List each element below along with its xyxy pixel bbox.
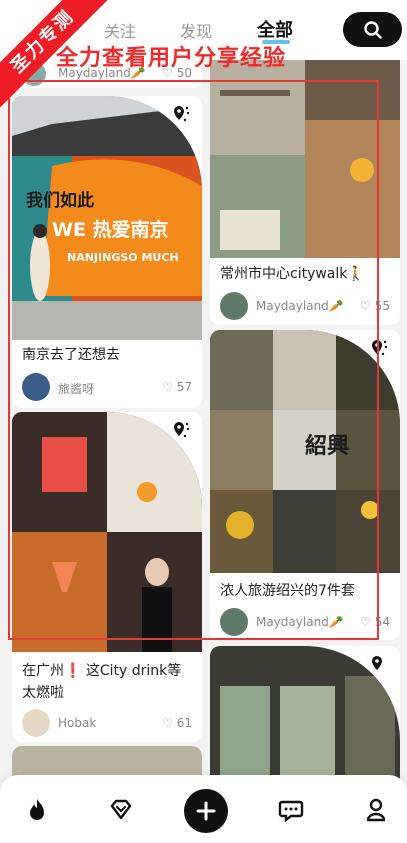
- heart-icon: ♡: [359, 299, 371, 313]
- feed-card-changzhou[interactable]: 常州市中心citywalk🚶 Maydayland🥕 ♡ 55: [210, 60, 400, 325]
- tab-discover[interactable]: 发现: [180, 18, 212, 42]
- location-pin-icon: [174, 422, 190, 438]
- card-image: 我们如此 WE 热爱南京 NANJINGSO MUCH: [12, 96, 202, 340]
- card-author: 旅酱呀: [58, 382, 95, 396]
- mural-text-2: WE 热爱南京: [52, 218, 169, 241]
- like-count: 54: [374, 615, 390, 629]
- diamond-icon[interactable]: [106, 795, 136, 825]
- like-count: 61: [176, 716, 192, 730]
- card-image: [210, 60, 400, 258]
- avatar[interactable]: [220, 608, 248, 636]
- card-title: 常州市中心citywalk🚶: [220, 266, 365, 282]
- test-ribbon: 圣力专测: [0, 0, 110, 110]
- like-button[interactable]: ♡ 54: [360, 615, 390, 629]
- bottom-nav: [0, 775, 407, 843]
- sign-text: 紹興: [305, 433, 349, 459]
- location-pin-icon: [174, 106, 190, 122]
- feed-card-nanjing[interactable]: 我们如此 WE 热爱南京 NANJINGSO MUCH 南京去了还想去 旅酱呀 …: [12, 96, 202, 408]
- card-image: [12, 412, 202, 652]
- like-count: 55: [374, 299, 390, 313]
- card-author: Hobak: [58, 716, 97, 730]
- location-pin-icon: [372, 656, 382, 670]
- feed-card-partial-right[interactable]: [210, 646, 400, 786]
- card-title: 南京去了还想去: [22, 347, 120, 363]
- fire-icon[interactable]: [22, 795, 52, 825]
- heart-icon: ♡: [359, 615, 371, 629]
- like-button[interactable]: ♡ 55: [360, 299, 390, 313]
- feed-card-shaoxing[interactable]: 紹興 浓人旅游绍兴的7件套 Maydayland🥕 ♡ 54: [210, 330, 400, 640]
- profile-icon[interactable]: [361, 795, 391, 825]
- mural-text-1: 我们如此: [26, 190, 94, 211]
- create-post-button[interactable]: [184, 789, 228, 833]
- card-image: 紹興: [210, 330, 400, 573]
- ribbon-label: 圣力专测: [0, 0, 110, 110]
- heart-icon: ♡: [161, 716, 173, 730]
- card-author: Maydayland🥕: [256, 299, 344, 313]
- avatar[interactable]: [220, 292, 248, 320]
- search-icon: [363, 20, 382, 39]
- search-button[interactable]: [343, 12, 402, 47]
- heart-icon: ♡: [161, 380, 173, 394]
- like-count: 57: [176, 380, 192, 394]
- mural-text-3: NANJINGSO MUCH: [67, 251, 179, 264]
- plus-icon: [196, 801, 216, 821]
- avatar[interactable]: [22, 709, 50, 737]
- avatar[interactable]: [22, 373, 50, 401]
- feed-card-guangzhou[interactable]: 在广州❗ 这City drink等太燃啦 Hobak ♡ 61: [12, 412, 202, 742]
- card-title: 浓人旅游绍兴的7件套: [220, 583, 355, 599]
- like-button[interactable]: ♡ 61: [162, 716, 192, 730]
- like-button[interactable]: ♡ 57: [162, 380, 192, 394]
- card-author: Maydayland🥕: [256, 615, 344, 629]
- card-title: 在广州❗ 这City drink等太燃啦: [22, 663, 182, 701]
- chat-icon[interactable]: [276, 795, 306, 825]
- location-pin-icon: [372, 340, 388, 356]
- tab-all[interactable]: 全部: [257, 16, 293, 42]
